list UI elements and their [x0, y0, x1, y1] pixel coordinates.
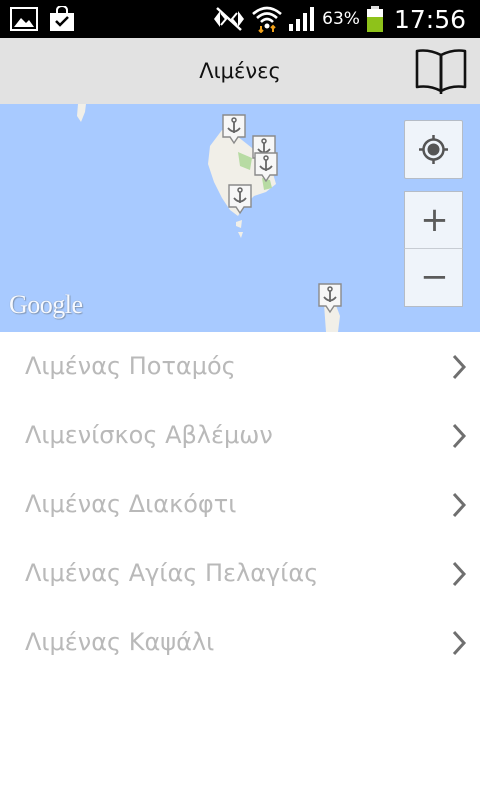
shopping-bag-icon [50, 6, 74, 31]
wifi-icon [252, 6, 283, 33]
anchor-icon[interactable] [253, 151, 279, 183]
battery-icon [366, 6, 383, 32]
zoom-in-button[interactable]: + [404, 191, 463, 249]
no-signal-icon [214, 7, 245, 31]
list-item-label: Λιμένας Καψάλι [25, 628, 215, 656]
chevron-right-icon [452, 630, 467, 656]
cell-signal-icon [289, 7, 315, 31]
anchor-icon[interactable] [227, 183, 253, 215]
status-bar: 63% 17:56 [0, 0, 480, 38]
map-view[interactable]: Google + − [0, 104, 480, 332]
list-item[interactable]: Λιμένας Ποταμός [0, 332, 480, 401]
list-item-label: Λιμενίσκος Αβλέμων [25, 421, 273, 449]
chevron-right-icon [452, 354, 467, 380]
zoom-controls: + − [404, 191, 463, 307]
battery-percent: 63% [322, 9, 360, 29]
google-logo: Google [9, 290, 83, 319]
zoom-out-label: − [420, 257, 449, 297]
list-item-label: Λιμένας Ποταμός [25, 352, 236, 380]
zoom-in-label: + [420, 200, 449, 240]
gallery-icon [10, 7, 38, 31]
chevron-right-icon [452, 492, 467, 518]
anchor-icon[interactable] [317, 282, 343, 314]
ports-list: Λιμένας Ποταμός Λιμενίσκος Αβλέμων Λιμέν… [0, 332, 480, 677]
list-item[interactable]: Λιμένας Καψάλι [0, 608, 480, 677]
chevron-right-icon [452, 561, 467, 587]
chevron-right-icon [452, 423, 467, 449]
anchor-icon[interactable] [221, 113, 247, 145]
my-location-button[interactable] [404, 120, 463, 179]
my-location-icon [419, 135, 448, 164]
app-bar: Λιμένες [0, 38, 480, 104]
clock: 17:56 [393, 4, 466, 34]
list-item[interactable]: Λιμένας Αγίας Πελαγίας [0, 539, 480, 608]
list-item[interactable]: Λιμενίσκος Αβλέμων [0, 401, 480, 470]
list-item-label: Λιμένας Διακόφτι [25, 490, 237, 518]
book-icon[interactable] [414, 47, 468, 95]
list-item[interactable]: Λιμένας Διακόφτι [0, 470, 480, 539]
page-title: Λιμένες [199, 59, 281, 83]
zoom-out-button[interactable]: − [404, 249, 463, 307]
list-item-label: Λιμένας Αγίας Πελαγίας [25, 559, 319, 587]
